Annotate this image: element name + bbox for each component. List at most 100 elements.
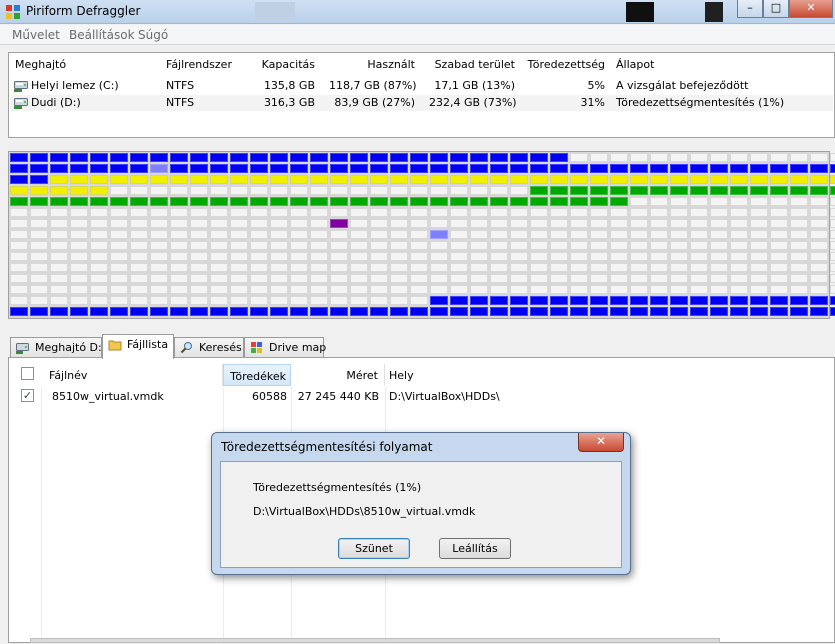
- disk-cluster-free: [10, 230, 28, 239]
- column-header-filesystem[interactable]: Fájlrendszer: [166, 58, 232, 71]
- column-header-fragments[interactable]: Töredékek: [223, 364, 291, 386]
- stop-button[interactable]: Leállítás: [439, 538, 511, 559]
- disk-cluster-free: [190, 208, 208, 217]
- column-header-free[interactable]: Szabad terület: [429, 58, 515, 71]
- disk-cluster-free: [390, 263, 408, 272]
- tab-file-list[interactable]: Fájllista: [102, 334, 174, 359]
- column-header-capacity[interactable]: Kapacitás: [249, 58, 315, 71]
- column-header-size[interactable]: Méret: [291, 364, 385, 386]
- disk-cluster-free: [310, 285, 328, 294]
- disk-cluster-used: [790, 296, 808, 305]
- disk-cluster-free: [150, 241, 168, 250]
- disk-cluster-free: [570, 230, 588, 239]
- tab-label: Meghajtó D:: [35, 341, 102, 354]
- tab-drive-map[interactable]: Drive map: [244, 337, 326, 358]
- disk-cluster-free: [230, 252, 248, 261]
- disk-cluster-free: [190, 285, 208, 294]
- disk-cluster-free: [250, 208, 268, 217]
- disk-cluster-free: [30, 274, 48, 283]
- disk-cluster-used: [10, 175, 28, 184]
- disk-cluster-system: [510, 197, 528, 206]
- disk-cluster-free: [130, 241, 148, 250]
- tab-drive[interactable]: Meghajtó D:: [10, 337, 102, 358]
- drive-used: 83,9 GB (27%): [334, 96, 415, 109]
- disk-cluster-free: [610, 263, 628, 272]
- disk-cluster-free: [250, 252, 268, 261]
- select-all-checkbox[interactable]: [21, 367, 34, 380]
- disk-cluster-used: [250, 307, 268, 316]
- maximize-button[interactable]: □: [763, 0, 789, 18]
- disk-cluster-used: [150, 153, 168, 162]
- disk-cluster-free: [690, 241, 708, 250]
- disk-cluster-used: [270, 153, 288, 162]
- disk-cluster-free: [110, 285, 128, 294]
- drive-row[interactable]: Dudi (D:) NTFS 316,3 GB 83,9 GB (27%) 23…: [11, 95, 833, 111]
- disk-cluster-system: [670, 186, 688, 195]
- disk-map[interactable]: [8, 151, 835, 319]
- column-header-fragmentation[interactable]: Töredezettség: [521, 58, 605, 71]
- disk-cluster-free: [110, 252, 128, 261]
- dialog-close-button[interactable]: ✕: [578, 433, 624, 452]
- disk-cluster-system: [190, 197, 208, 206]
- disk-cluster-free: [50, 296, 68, 305]
- disk-cluster-free: [330, 252, 348, 261]
- disk-cluster-free: [270, 230, 288, 239]
- column-header-status[interactable]: Állapot: [616, 58, 654, 71]
- menu-help[interactable]: Súgó: [138, 28, 168, 42]
- tab-search[interactable]: Keresés: [174, 337, 244, 358]
- dialog-file-path: D:\VirtualBox\HDDs\8510w_virtual.vmdk: [253, 505, 476, 518]
- disk-cluster-free: [550, 230, 568, 239]
- disk-cluster-free: [730, 263, 748, 272]
- disk-cluster-system: [770, 186, 788, 195]
- disk-cluster-free: [670, 208, 688, 217]
- menu-settings[interactable]: Beállítások: [69, 28, 135, 42]
- disk-cluster-free: [770, 230, 788, 239]
- column-header-location[interactable]: Hely: [385, 364, 835, 386]
- window-controls: – □ ✕: [737, 0, 833, 20]
- disk-cluster-fragmented: [170, 175, 188, 184]
- pause-button[interactable]: Szünet: [338, 538, 410, 559]
- disk-cluster-used: [330, 153, 348, 162]
- disk-cluster-free: [250, 241, 268, 250]
- disk-cluster-free: [710, 263, 728, 272]
- disk-cluster-free: [310, 263, 328, 272]
- minimize-button[interactable]: –: [737, 0, 763, 18]
- column-header-drive[interactable]: Meghajtó: [15, 58, 66, 71]
- disk-cluster-fragmented: [410, 175, 428, 184]
- disk-cluster-free: [370, 219, 388, 228]
- disk-cluster-free: [730, 153, 748, 162]
- disk-cluster-system: [350, 197, 368, 206]
- column-header-filename[interactable]: Fájlnév: [41, 364, 223, 386]
- disk-cluster-free: [550, 263, 568, 272]
- disk-cluster-free: [670, 252, 688, 261]
- close-button[interactable]: ✕: [789, 0, 833, 18]
- disk-cluster-used: [510, 307, 528, 316]
- disk-cluster-free: [270, 252, 288, 261]
- horizontal-scrollbar[interactable]: [30, 638, 720, 643]
- column-header-used[interactable]: Használt: [329, 58, 415, 71]
- disk-cluster-free: [110, 296, 128, 305]
- disk-cluster-used: [290, 164, 308, 173]
- disk-cluster-system: [650, 186, 668, 195]
- disk-cluster-system: [750, 186, 768, 195]
- menu-action[interactable]: Művelet: [12, 28, 60, 42]
- disk-cluster-free: [450, 186, 468, 195]
- disk-cluster-used: [350, 307, 368, 316]
- disk-cluster-free: [250, 230, 268, 239]
- background-window-artifact: [705, 2, 723, 22]
- disk-cluster-fragmented: [90, 186, 108, 195]
- disk-cluster-fragmented: [670, 175, 688, 184]
- disk-cluster-used: [510, 153, 528, 162]
- disk-cluster-used: [590, 296, 608, 305]
- disk-cluster-free: [550, 274, 568, 283]
- disk-cluster-used: [610, 307, 628, 316]
- disk-cluster-free: [370, 252, 388, 261]
- disk-cluster-free: [470, 252, 488, 261]
- disk-cluster-free: [810, 241, 828, 250]
- disk-cluster-free: [190, 274, 208, 283]
- file-checkbox[interactable]: ✓: [21, 389, 34, 402]
- disk-cluster-used: [730, 296, 748, 305]
- disk-cluster-used: [150, 307, 168, 316]
- disk-cluster-free: [350, 296, 368, 305]
- drive-row[interactable]: Helyi lemez (C:) NTFS 135,8 GB 118,7 GB …: [11, 78, 833, 94]
